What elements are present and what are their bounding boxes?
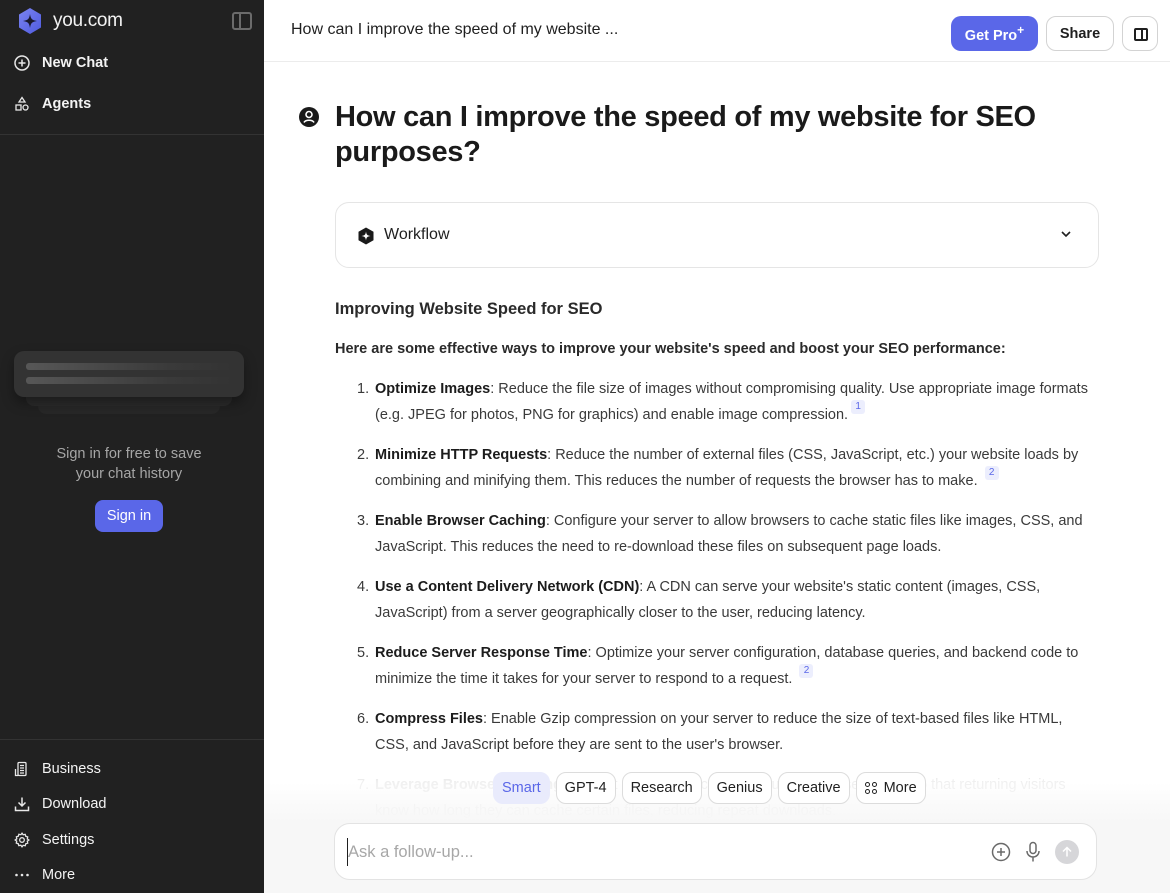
workflow-accordion[interactable]: Workflow: [335, 202, 1099, 268]
mode-more[interactable]: More: [855, 772, 926, 804]
composer: [334, 823, 1097, 880]
sidebar-item-label: More: [42, 867, 76, 883]
sparkle-icon: +: [1017, 23, 1025, 38]
sidebar: you.com New Chat Agents Sign in for free…: [0, 0, 264, 893]
mode-selector: Smart GPT-4 Research Genius Creative Mor…: [493, 772, 926, 804]
get-pro-button[interactable]: Get Pro+: [951, 16, 1038, 51]
shapes-icon: [14, 96, 30, 112]
plus-circle-icon: [14, 55, 30, 71]
divider: [0, 134, 264, 135]
signin-prompt-line: Sign in for free to save: [56, 446, 202, 462]
placeholder-line: [26, 363, 232, 370]
citation-badge[interactable]: 2: [984, 466, 999, 480]
send-button[interactable]: [1055, 840, 1079, 864]
brand[interactable]: you.com: [16, 7, 123, 35]
brand-name: you.com: [53, 10, 123, 31]
microphone-icon[interactable]: [1024, 841, 1042, 863]
signin-prompt-line: your chat history: [75, 466, 183, 482]
grid-icon: [864, 782, 877, 794]
history-placeholder-card: [14, 351, 244, 397]
gear-icon: [14, 832, 30, 848]
sidebar-item-agents[interactable]: Agents: [14, 93, 91, 115]
mode-gpt-4[interactable]: GPT-4: [555, 772, 616, 804]
chat-title: How can I improve the speed of my websit…: [291, 21, 619, 38]
answer-heading: Improving Website Speed for SEO: [335, 300, 603, 318]
mode-more-label: More: [883, 780, 917, 796]
item-number: 1.: [357, 381, 370, 397]
item-title: Optimize Images: [375, 381, 491, 397]
list-item: 2. Minimize HTTP Requests: Reduce the num…: [335, 442, 1099, 494]
workflow-logo-icon: [358, 227, 374, 245]
list-item: 6. Compress Files: Enable Gzip compressio…: [335, 706, 1099, 758]
add-attachment-icon[interactable]: [991, 842, 1011, 862]
sidebar-item-new-chat[interactable]: New Chat: [14, 52, 108, 74]
item-title: Reduce Server Response Time: [375, 645, 588, 661]
sidebar-item-label: New Chat: [42, 55, 109, 71]
answer-intro: Here are some effective ways to improve …: [335, 341, 1006, 357]
item-number: 6.: [357, 711, 370, 727]
user-avatar-icon: [299, 107, 319, 127]
item-number: 4.: [357, 579, 370, 595]
citation-badge[interactable]: 2: [799, 664, 814, 678]
chevron-down-icon: [1061, 231, 1071, 238]
sign-in-button[interactable]: Sign in: [95, 500, 163, 532]
you-logo-icon: [19, 8, 41, 34]
placeholder-line: [26, 377, 232, 384]
citation-badge[interactable]: 1: [851, 400, 866, 414]
toggle-panel-button[interactable]: [1122, 16, 1158, 51]
signin-prompt: Sign in for free to save your chat histo…: [0, 444, 258, 484]
share-button[interactable]: Share: [1046, 16, 1114, 51]
sidebar-item-settings[interactable]: Settings: [14, 829, 94, 851]
sidebar-item-label: Business: [42, 761, 101, 777]
chat-header: How can I improve the speed of my websit…: [264, 0, 1170, 62]
question-title: How can I improve the speed of my websit…: [335, 101, 1036, 168]
item-title: Use a Content Delivery Network (CDN): [375, 579, 640, 595]
mode-smart[interactable]: Smart: [493, 772, 550, 804]
panel-icon: [1134, 28, 1148, 41]
ellipsis-icon: [14, 867, 30, 883]
list-item: 4. Use a Content Delivery Network (CDN): …: [335, 574, 1099, 626]
get-pro-label: Get Pro: [964, 27, 1018, 44]
workflow-label: Workflow: [384, 226, 450, 243]
sidebar-item-label: Download: [42, 796, 107, 812]
sidebar-item-business[interactable]: Business: [14, 758, 101, 780]
collapse-sidebar-button[interactable]: [232, 12, 252, 30]
item-title: Compress Files: [375, 711, 483, 727]
list-item: 1. Optimize Images: Reduce the file size …: [335, 376, 1099, 428]
follow-up-input[interactable]: [347, 838, 967, 866]
mode-genius[interactable]: Genius: [707, 772, 772, 804]
arrow-up-icon: [1062, 846, 1072, 857]
download-icon: [14, 796, 30, 812]
mode-creative[interactable]: Creative: [777, 772, 850, 804]
sidebar-item-label: Agents: [42, 96, 92, 112]
item-number: 2.: [357, 447, 370, 463]
building-icon: [14, 761, 30, 777]
item-number: 5.: [357, 645, 370, 661]
sidebar-item-label: Settings: [42, 832, 95, 848]
item-title: Enable Browser Caching: [375, 513, 546, 529]
chat-main: How can I improve the speed of my websit…: [264, 63, 1170, 893]
list-item: 5. Reduce Server Response Time: Optimize …: [335, 640, 1099, 692]
sidebar-item-more[interactable]: More: [14, 864, 75, 886]
item-number: 3.: [357, 513, 370, 529]
item-title: Minimize HTTP Requests: [375, 447, 548, 463]
divider: [0, 739, 264, 740]
sidebar-item-download[interactable]: Download: [14, 793, 107, 815]
list-item: 3. Enable Browser Caching: Configure your…: [335, 508, 1099, 560]
mode-research[interactable]: Research: [621, 772, 702, 804]
